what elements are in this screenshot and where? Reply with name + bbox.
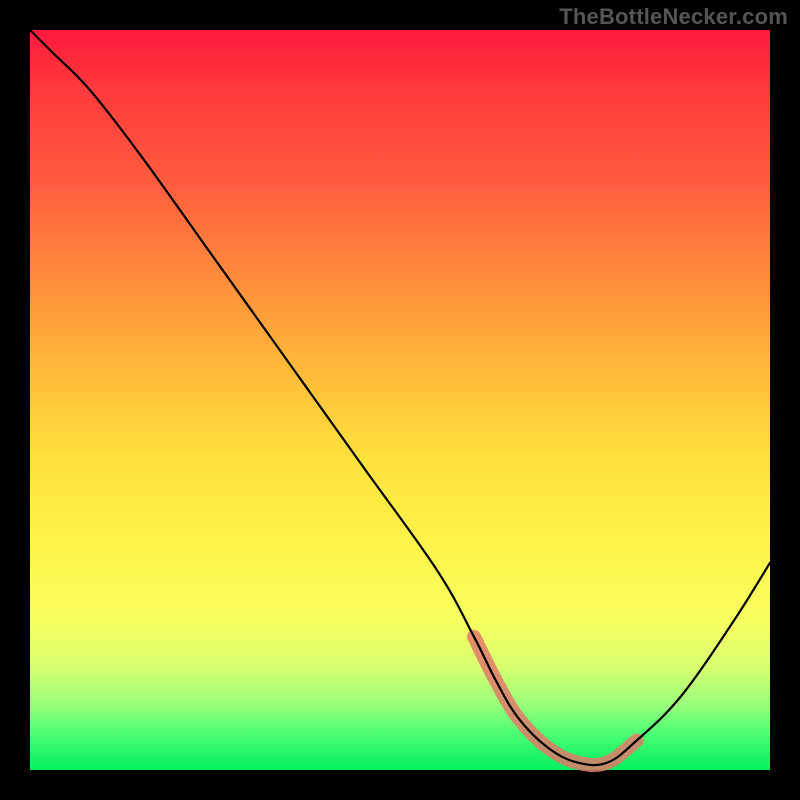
plot-area bbox=[30, 30, 770, 770]
ok-band-marker bbox=[474, 637, 637, 765]
watermark-text: TheBottleNecker.com bbox=[559, 4, 788, 30]
outer-frame: TheBottleNecker.com bbox=[0, 0, 800, 800]
bottleneck-curve bbox=[30, 30, 770, 765]
curve-layer bbox=[30, 30, 770, 770]
